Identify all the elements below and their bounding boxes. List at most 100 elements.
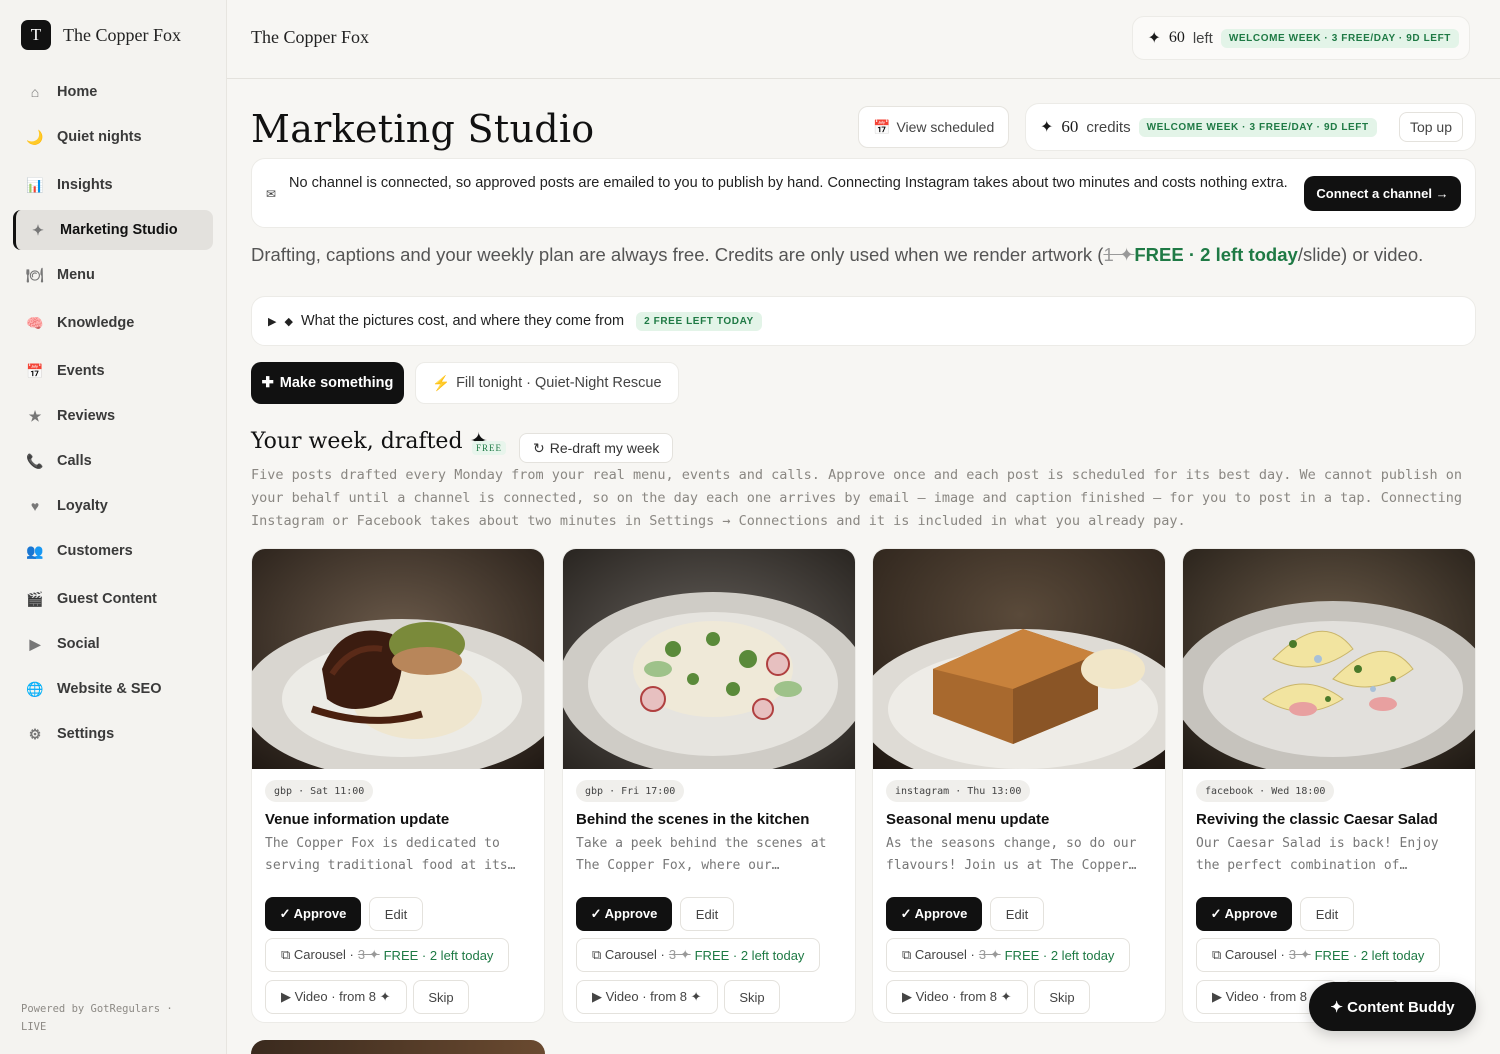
view-scheduled-button[interactable]: 📅 View scheduled — [858, 106, 1010, 148]
approve-button[interactable]: ✓ Approve — [576, 897, 672, 931]
credits-number: 60 — [1061, 117, 1079, 136]
powered-by: Powered by GotRegulars · LIVE — [21, 1003, 173, 1033]
topbar-credits-number: 60 — [1168, 29, 1185, 46]
skip-button[interactable]: Skip — [724, 980, 780, 1014]
sidebar-item-label: Insights — [57, 177, 113, 193]
fill-tonight-label: Fill tonight · Quiet-Night Rescue — [456, 375, 662, 391]
approve-button[interactable]: ✓ Approve — [265, 897, 361, 931]
braised-beef-dish-image — [252, 549, 544, 779]
sidebar-item-label: Calls — [57, 453, 92, 469]
carousel-free: FREE · 2 left today — [694, 947, 805, 963]
card-body: Our Caesar Salad is back! Enjoy the perf… — [1196, 836, 1439, 873]
make-something-button[interactable]: ✚ Make something — [251, 362, 404, 404]
sparkle-icon: ✦ — [1147, 30, 1161, 47]
post-card: gbp · Sat 11:00 Venue information update… — [251, 548, 545, 1023]
free-tag: FREE — [472, 441, 507, 455]
clapper-icon: 🎬 — [26, 590, 44, 607]
star-icon: ★ — [28, 407, 42, 424]
free-info-after: /slide) or video. — [1297, 244, 1424, 265]
sidebar-item-label: Home — [57, 84, 98, 100]
page-title: Marketing Studio — [251, 107, 595, 151]
card-title: Venue information update — [265, 811, 450, 828]
week-title: Your week, drafted ✦ — [251, 429, 488, 454]
carousel-button[interactable]: ⧉ Carousel · 3 ✦ FREE · 2 left today — [265, 938, 510, 972]
pictures-cost-disclosure[interactable]: ▶ ◆ What the pictures cost, and where th… — [251, 296, 1476, 346]
free-info-before: Drafting, captions and your weekly plan … — [251, 244, 1104, 265]
channel-notice: ✉ No channel is connected, so approved p… — [251, 158, 1476, 228]
sidebar-item-website-seo[interactable]: 🌐 Website & SEO — [13, 669, 213, 709]
sidebar-item-label: Settings — [57, 726, 115, 742]
free-info-line: Drafting, captions and your weekly plan … — [251, 244, 1423, 266]
post-card: gbp · Fri 17:00 Behind the scenes in the… — [562, 548, 856, 1023]
content-buddy-button[interactable]: ✦ Content Buddy — [1309, 982, 1476, 1031]
sidebar-item-settings[interactable]: ⚙ Settings — [13, 714, 213, 754]
sidebar-item-loyalty[interactable]: ♥ Loyalty — [13, 486, 213, 526]
video-button[interactable]: ▶ Video · from 8 ✦ — [576, 980, 718, 1014]
carousel-button[interactable]: ⧉ Carousel · 3 ✦ FREE · 2 left today — [886, 938, 1131, 972]
sidebar-item-home[interactable]: ⌂ Home — [13, 72, 213, 112]
view-scheduled-label: View scheduled — [896, 119, 995, 135]
sidebar-item-label: Guest Content — [57, 591, 157, 607]
sidebar-item-label: Knowledge — [57, 315, 135, 331]
sidebar-item-reviews[interactable]: ★ Reviews — [13, 396, 213, 436]
fill-tonight-button[interactable]: ⚡ Fill tonight · Quiet-Night Rescue — [415, 362, 679, 404]
sidebar-item-customers[interactable]: 👥 Customers — [13, 531, 213, 571]
sidebar-item-knowledge[interactable]: 🧠 Knowledge — [13, 303, 213, 343]
topbar-title: The Copper Fox — [251, 27, 369, 47]
carousel-strike: 3 ✦ — [978, 947, 1001, 962]
notice-text: No channel is connected, so approved pos… — [289, 175, 1288, 191]
carousel-label: ⧉ Carousel · — [281, 947, 354, 962]
carousel-button[interactable]: ⧉ Carousel · 3 ✦ FREE · 2 left today — [1196, 938, 1441, 972]
sidebar-item-calls[interactable]: 📞 Calls — [13, 441, 213, 481]
card-body: Take a peek behind the scenes at The Cop… — [576, 836, 827, 873]
brain-icon: 🧠 — [26, 314, 44, 331]
carousel-button[interactable]: ⧉ Carousel · 3 ✦ FREE · 2 left today — [576, 938, 821, 972]
schedule-chip: instagram · Thu 13:00 — [886, 780, 1031, 802]
crab-salad-dish-image — [563, 549, 855, 776]
edit-button[interactable]: Edit — [990, 897, 1044, 931]
sidebar-item-guest-content[interactable]: 🎬 Guest Content — [13, 579, 213, 619]
plus-icon: ✚ — [261, 375, 274, 391]
carousel-free: FREE · 2 left today — [1314, 947, 1425, 963]
video-button[interactable]: ▶ Video · from 8 ✦ — [886, 980, 1028, 1014]
moon-icon: 🌙 — [26, 128, 44, 145]
sidebar-item-social[interactable]: ▶ Social — [13, 624, 213, 664]
brand-name: The Copper Fox — [63, 24, 181, 45]
sidebar-item-events[interactable]: 📅 Events — [13, 351, 213, 391]
carousel-strike: 3 ✦ — [1288, 947, 1311, 962]
connect-channel-button[interactable]: Connect a channel → — [1304, 176, 1461, 211]
redraft-week-button[interactable]: ↻ Re-draft my week — [519, 433, 674, 463]
approve-button[interactable]: ✓ Approve — [886, 897, 982, 931]
disclosure-label: What the pictures cost, and where they c… — [300, 313, 625, 329]
schedule-chip: gbp · Fri 17:00 — [576, 780, 685, 802]
brand[interactable]: T The Copper Fox — [21, 20, 181, 50]
heart-icon: ♥ — [30, 498, 40, 514]
carousel-strike: 3 ✦ — [357, 947, 380, 962]
sidebar-item-quiet-nights[interactable]: 🌙 Quiet nights — [13, 117, 213, 157]
topbar-credits[interactable]: ✦ 60 left WELCOME WEEK · 3 FREE/DAY · 9D… — [1132, 16, 1470, 60]
edit-button[interactable]: Edit — [680, 897, 734, 931]
schedule-chip: gbp · Sat 11:00 — [265, 780, 374, 802]
sidebar-item-insights[interactable]: 📊 Insights — [13, 165, 213, 205]
main-content: Marketing Studio 📅 View scheduled ✦ 60 c… — [251, 79, 1476, 1054]
skip-button[interactable]: Skip — [413, 980, 469, 1014]
menu-icon: 🍽 — [26, 266, 44, 283]
video-button[interactable]: ▶ Video · from 8 ✦ — [265, 980, 407, 1014]
top-up-button[interactable]: Top up — [1398, 112, 1463, 142]
approve-button[interactable]: ✓ Approve — [1196, 897, 1292, 931]
skip-button[interactable]: Skip — [1034, 980, 1090, 1014]
sidebar: T The Copper Fox ⌂ Home 🌙 Quiet nights 📊 Insi… — [0, 0, 227, 1054]
card-title: Seasonal menu update — [886, 811, 1050, 828]
lightning-icon: ⚡ — [432, 375, 451, 392]
diamond-icon: ◆ — [284, 315, 293, 328]
sidebar-item-marketing-studio[interactable]: ✦ Marketing Studio — [13, 210, 213, 250]
free-info-free: FREE · 2 left today — [1134, 244, 1298, 265]
card-title: Reviving the classic Caesar Salad — [1196, 811, 1438, 828]
triangle-right-icon: ▶ — [268, 315, 277, 328]
calendar-icon: 📅 — [26, 362, 44, 379]
sidebar-item-menu[interactable]: 🍽 Menu — [13, 255, 213, 295]
edit-button[interactable]: Edit — [369, 897, 423, 931]
credits-label: credits — [1086, 118, 1131, 136]
sidebar-item-label: Customers — [57, 543, 133, 559]
edit-button[interactable]: Edit — [1300, 897, 1354, 931]
